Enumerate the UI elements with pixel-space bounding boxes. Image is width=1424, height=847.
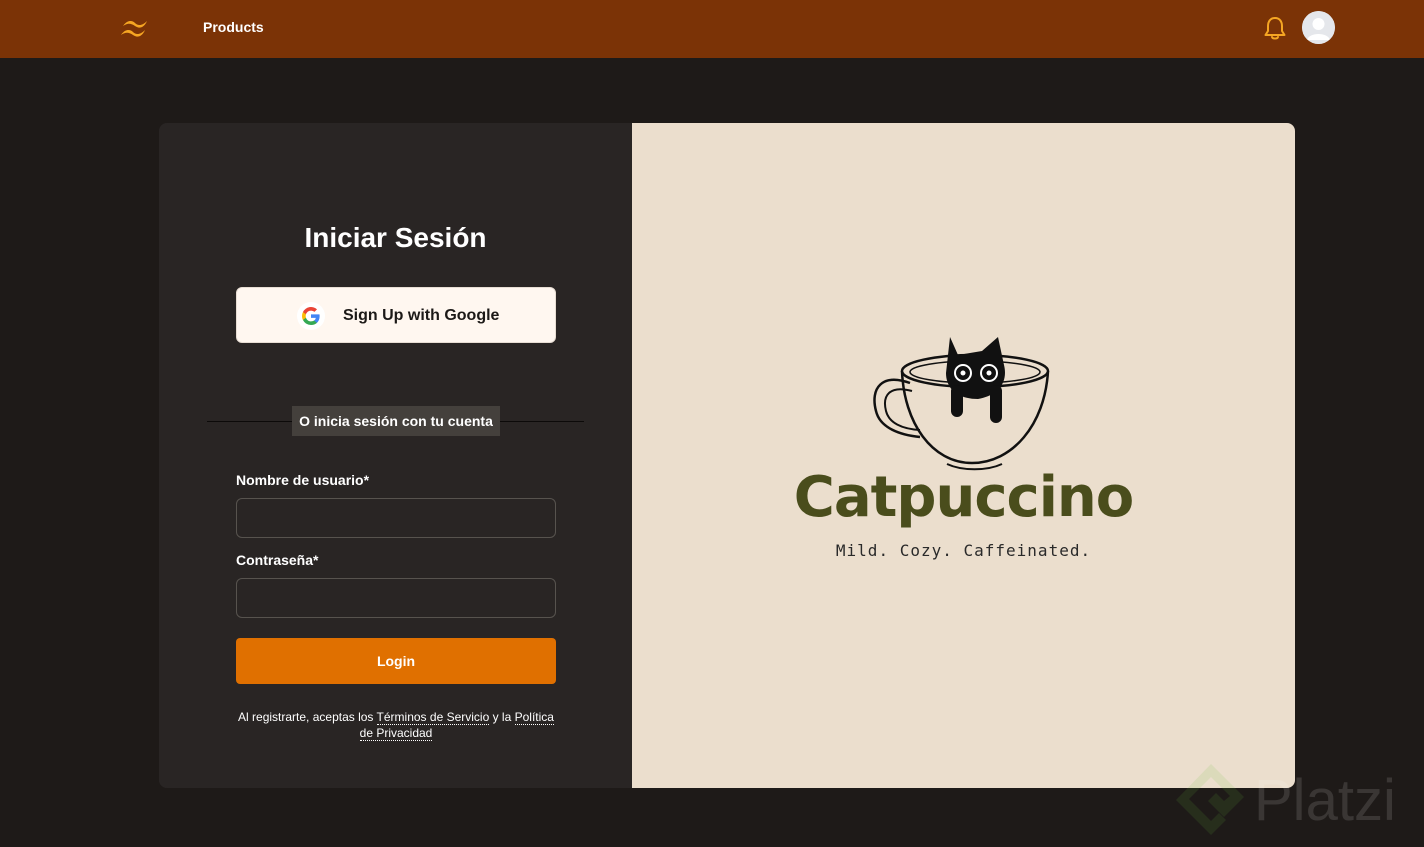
tailwind-logo-icon[interactable] xyxy=(118,14,152,42)
brand-name: Catpuccino xyxy=(793,465,1135,530)
username-label: Nombre de usuario* xyxy=(236,472,370,488)
google-icon xyxy=(297,302,325,330)
user-avatar[interactable] xyxy=(1302,11,1335,44)
page-title: Iniciar Sesión xyxy=(304,222,487,253)
password-input[interactable] xyxy=(236,578,556,618)
nav-products-link[interactable]: Products xyxy=(203,18,264,36)
google-signup-button[interactable]: Sign Up with Google xyxy=(236,287,556,343)
google-signup-label: Sign Up with Google xyxy=(343,307,500,324)
terms-text: Al registrarte, aceptas los Términos de … xyxy=(236,709,556,741)
user-avatar-icon xyxy=(1302,11,1335,44)
terms-middle: y la xyxy=(489,710,515,724)
terms-of-service-link[interactable]: Términos de Servicio xyxy=(376,710,490,725)
terms-prefix: Al registrarte, aceptas los xyxy=(238,710,377,724)
platzi-watermark: Platzi xyxy=(1172,760,1424,847)
password-label: Contraseña* xyxy=(236,552,319,568)
cat-in-cup-illustration xyxy=(873,337,1050,471)
login-card: Iniciar Sesión Sign Up with Google O ini… xyxy=(159,123,1295,788)
brand-tagline: Mild. Cozy. Caffeinated. xyxy=(835,541,1092,560)
watermark-text: Platzi xyxy=(1254,768,1396,833)
top-navbar: Products xyxy=(0,0,1424,58)
username-input[interactable] xyxy=(236,498,556,538)
bell-icon[interactable] xyxy=(1262,14,1288,42)
login-button[interactable]: Login xyxy=(236,638,556,684)
divider-text: O inicia sesión con tu cuenta xyxy=(292,406,500,436)
platzi-logo-icon xyxy=(1176,764,1244,835)
brand-panel: Catpuccino Mild. Cozy. Caffeinated. xyxy=(632,123,1295,788)
login-panel: Iniciar Sesión Sign Up with Google O ini… xyxy=(159,123,632,788)
